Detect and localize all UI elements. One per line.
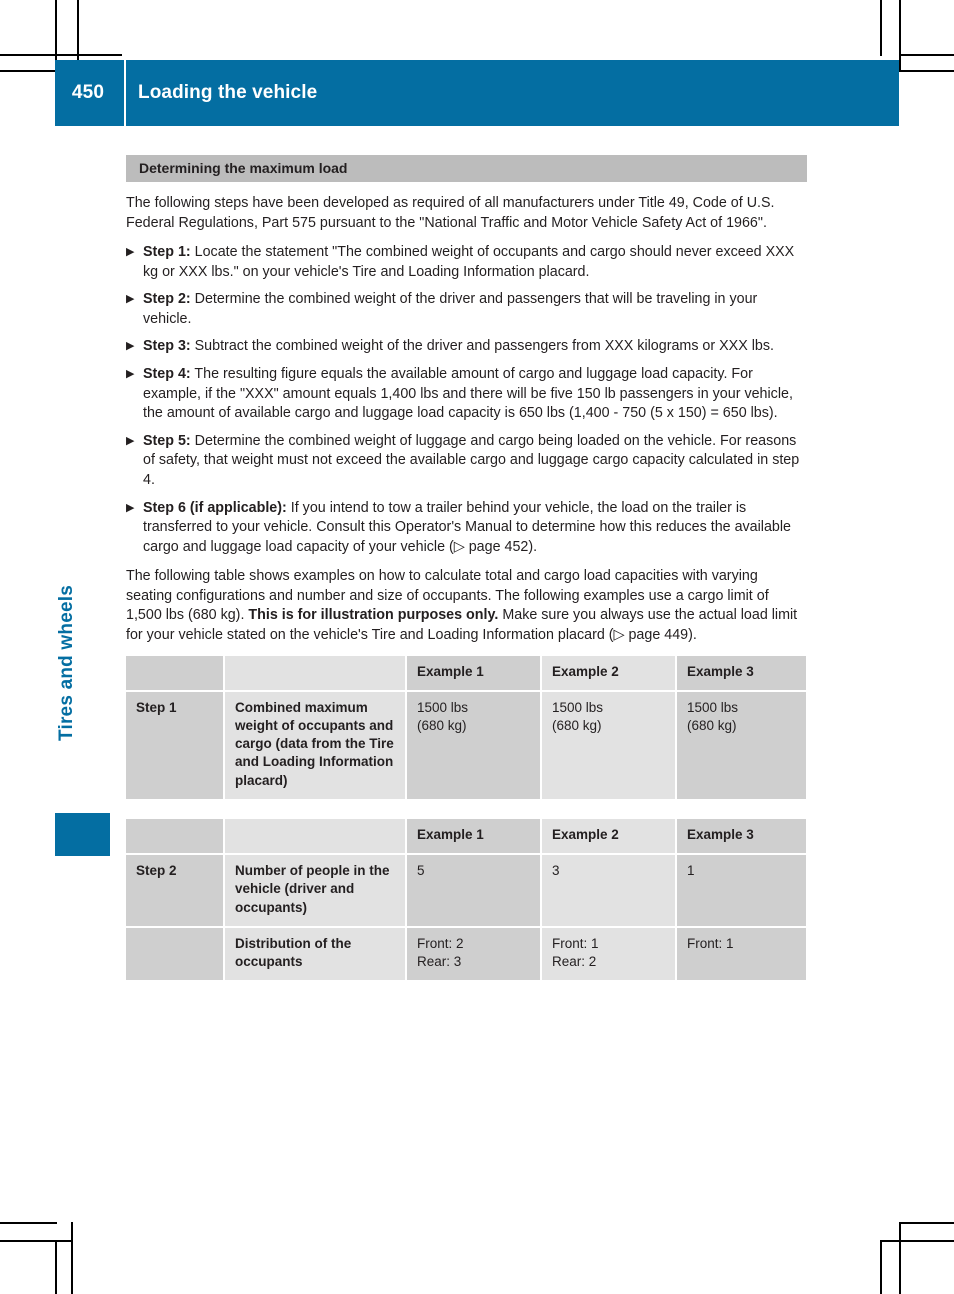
bullet-triangle-icon: ▶ [126, 501, 135, 514]
step-text: Subtract the combined weight of the driv… [190, 338, 774, 355]
step-label: Step 3: [143, 338, 191, 355]
table-header-example-1: Example 1 [406, 818, 542, 856]
table-row: Step 1 Combined maximum weight of occupa… [126, 690, 808, 801]
table-row: Distribution of the occupants Front: 2 R… [126, 926, 808, 983]
bullet-triangle-icon: ▶ [126, 434, 135, 447]
table-header-example-3: Example 3 [676, 818, 808, 856]
crop-mark-bottom-right-horizontal-outer [899, 1222, 954, 1224]
load-table-step1: Example 1 Example 2 Example 3 Step 1 Com… [126, 655, 808, 801]
section-heading: Determining the maximum load [126, 155, 807, 182]
table-header-blank-1 [126, 655, 225, 692]
step-label: Step 1: [143, 244, 191, 261]
bullet-triangle-icon: ▶ [126, 340, 135, 353]
table-header-blank-1 [126, 818, 225, 856]
table-cell-example-1: 5 [406, 854, 542, 928]
table-cell-example-1: 1500 lbs (680 kg) [406, 690, 542, 801]
table-cell-step: Step 2 [126, 854, 225, 928]
crop-mark-top-right-vertical-inner [899, 0, 901, 72]
bullet-triangle-icon: ▶ [126, 246, 135, 259]
crop-mark-top-left-horizontal-outer [0, 54, 122, 56]
table-cell-example-1: Front: 2 Rear: 3 [406, 926, 542, 983]
table-cell-description: Number of people in the vehicle (driver … [224, 854, 407, 928]
step-text: The resulting figure equals the availabl… [143, 366, 793, 422]
crop-mark-top-right-horizontal-inner [899, 70, 954, 72]
table-header-example-2: Example 2 [541, 655, 677, 692]
crop-mark-bottom-left-horizontal-outer [0, 1222, 57, 1224]
step-label: Step 2: [143, 291, 191, 308]
chapter-tab-label: Tires and wheels [56, 585, 77, 741]
table-cell-example-3: 1500 lbs (680 kg) [676, 690, 808, 801]
table-header-example-3: Example 3 [676, 655, 808, 692]
table-cell-step [126, 926, 225, 983]
step-text: Locate the statement "The combined weigh… [143, 244, 795, 280]
crop-mark-bottom-right-vertical-inner [880, 1240, 882, 1294]
page-number: 450 [71, 82, 105, 103]
outro-paragraph: The following table shows examples on ho… [126, 567, 807, 645]
page-title: Loading the vehicle [138, 82, 318, 103]
table-header-row: Example 1 Example 2 Example 3 [126, 818, 808, 856]
crop-mark-top-right-vertical-outer [880, 0, 882, 56]
table-header-example-2: Example 2 [541, 818, 677, 856]
outro-emphasis: This is for illustration purposes only. [248, 607, 499, 624]
step-text: Determine the combined weight of luggage… [143, 432, 800, 488]
list-item-step-1: ▶ Step 1: Locate the statement "The combi… [126, 243, 807, 282]
table-cell-example-2: 1500 lbs (680 kg) [541, 690, 677, 801]
step-label: Step 5: [143, 432, 191, 449]
table-header-example-1: Example 1 [406, 655, 542, 692]
table-cell-description: Distribution of the occupants [224, 926, 407, 983]
table-header-row: Example 1 Example 2 Example 3 [126, 655, 808, 692]
crop-mark-bottom-left-horizontal-inner [0, 1240, 73, 1242]
table-row: Step 2 Number of people in the vehicle (… [126, 854, 808, 928]
chapter-tab-marker [55, 813, 110, 856]
list-item-step-3: ▶ Step 3: Subtract the combined weight of… [126, 337, 807, 357]
step-label: Step 4: [143, 366, 191, 383]
step-label: Step 6 (if applicable): [143, 499, 287, 516]
table-header-blank-2 [224, 655, 407, 692]
list-item-step-6: ▶ Step 6 (if applicable): If you intend t… [126, 499, 807, 558]
table-cell-step: Step 1 [126, 690, 225, 801]
header-divider [124, 60, 126, 126]
list-item-step-2: ▶ Step 2: Determine the combined weight o… [126, 290, 807, 329]
list-item-step-5: ▶ Step 5: Determine the combined weight … [126, 432, 807, 491]
table-cell-example-2: Front: 1 Rear: 2 [541, 926, 677, 983]
intro-paragraph: The following steps have been developed … [126, 195, 775, 231]
crop-mark-top-left-vertical-inner [77, 0, 79, 60]
list-item-step-4: ▶ Step 4: The resulting figure equals the… [126, 365, 807, 424]
bullet-triangle-icon: ▶ [126, 368, 135, 381]
bullet-triangle-icon: ▶ [126, 293, 135, 306]
crop-mark-top-right-horizontal-outer [899, 54, 954, 56]
table-cell-example-3: 1 [676, 854, 808, 928]
crop-mark-bottom-right-horizontal-inner [882, 1240, 954, 1242]
crop-mark-bottom-right-vertical-outer [899, 1222, 901, 1294]
table-cell-example-2: 3 [541, 854, 677, 928]
load-table-step2: Example 1 Example 2 Example 3 Step 2 Num… [126, 818, 808, 983]
crop-mark-bottom-left-vertical-outer [55, 1240, 57, 1294]
table-cell-description: Combined maximum weight of occupants and… [224, 690, 407, 801]
crop-mark-bottom-left-vertical-inner [71, 1222, 73, 1294]
table-header-blank-2 [224, 818, 407, 856]
page-content: Determining the maximum load The followi… [126, 155, 808, 1000]
step-text: Determine the combined weight of the dri… [143, 291, 758, 327]
steps-list: ▶ Step 1: Locate the statement "The combi… [126, 243, 807, 557]
table-cell-example-3: Front: 1 [676, 926, 808, 983]
